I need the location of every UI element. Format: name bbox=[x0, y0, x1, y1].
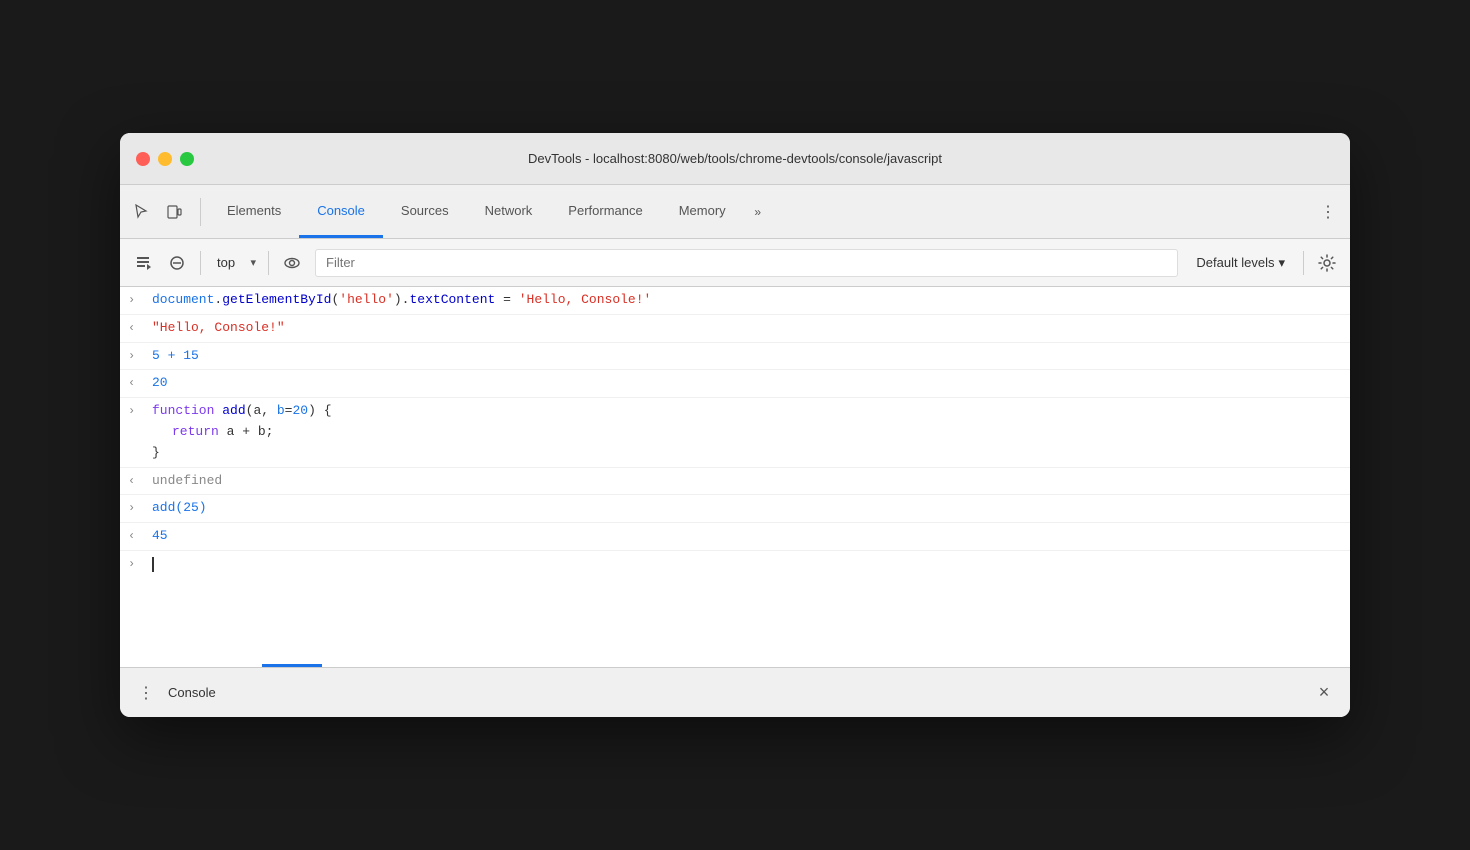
console-content-7: add(25) bbox=[152, 498, 1342, 519]
console-content-8: 45 bbox=[152, 526, 1342, 547]
clear-console-button[interactable] bbox=[128, 248, 158, 278]
no-entry-button[interactable] bbox=[162, 248, 192, 278]
tab-more-button[interactable]: » bbox=[744, 198, 772, 226]
arrow-left-icon-2: ‹ bbox=[128, 319, 148, 338]
filter-input[interactable] bbox=[315, 249, 1178, 277]
console-line-7: › add(25) bbox=[120, 495, 1350, 523]
console-line-8: ‹ 45 bbox=[120, 523, 1350, 551]
console-line-4: ‹ 20 bbox=[120, 370, 1350, 398]
levels-button[interactable]: Default levels ▾ bbox=[1186, 251, 1295, 275]
console-line-6: ‹ undefined bbox=[120, 468, 1350, 496]
settings-button[interactable] bbox=[1312, 248, 1342, 278]
arrow-right-icon-5[interactable]: › bbox=[128, 402, 148, 421]
tab-console[interactable]: Console bbox=[299, 185, 383, 238]
arrow-left-icon-4: ‹ bbox=[128, 374, 148, 393]
console-input-line[interactable]: › bbox=[120, 551, 1350, 579]
toolbar-divider-1 bbox=[200, 251, 201, 275]
bottom-bar-dots-icon[interactable]: ⋮ bbox=[132, 679, 160, 707]
console-line-1: › document.getElementById('hello').textC… bbox=[120, 287, 1350, 315]
console-line-2: ‹ "Hello, Console!" bbox=[120, 315, 1350, 343]
toolbar-divider-3 bbox=[1303, 251, 1304, 275]
filter-input-wrapper bbox=[315, 249, 1178, 277]
context-select[interactable]: top bbox=[209, 251, 260, 274]
console-content-6: undefined bbox=[152, 471, 1342, 492]
bottom-bar-label: Console bbox=[168, 685, 216, 700]
tab-elements[interactable]: Elements bbox=[209, 185, 299, 238]
arrow-right-icon-7[interactable]: › bbox=[128, 499, 148, 518]
traffic-lights bbox=[136, 152, 194, 166]
console-content-3: 5 + 15 bbox=[152, 346, 1342, 367]
levels-arrow-icon: ▾ bbox=[1278, 255, 1285, 271]
devtools-window: DevTools - localhost:8080/web/tools/chro… bbox=[120, 133, 1350, 717]
close-button[interactable] bbox=[136, 152, 150, 166]
tab-performance[interactable]: Performance bbox=[550, 185, 660, 238]
toolbar-divider-2 bbox=[268, 251, 269, 275]
active-tab-underline bbox=[262, 664, 322, 667]
console-toolbar: top ▾ Default levels ▾ bbox=[120, 239, 1350, 287]
cursor-icon[interactable] bbox=[128, 198, 156, 226]
eye-icon-button[interactable] bbox=[277, 248, 307, 278]
title-bar: DevTools - localhost:8080/web/tools/chro… bbox=[120, 133, 1350, 185]
console-line-5: › function add(a, b=20) { return a + b; … bbox=[120, 398, 1350, 467]
console-content-2: "Hello, Console!" bbox=[152, 318, 1342, 339]
console-output: › document.getElementById('hello').textC… bbox=[120, 287, 1350, 667]
console-content-4: 20 bbox=[152, 373, 1342, 394]
input-arrow-icon: › bbox=[128, 555, 148, 574]
close-panel-button[interactable]: × bbox=[1310, 679, 1338, 707]
tab-network[interactable]: Network bbox=[467, 185, 551, 238]
cursor bbox=[152, 557, 154, 572]
arrow-right-icon-1[interactable]: › bbox=[128, 291, 148, 310]
console-content-5: function add(a, b=20) { return a + b; } bbox=[152, 401, 1342, 463]
maximize-button[interactable] bbox=[180, 152, 194, 166]
console-line-3: › 5 + 15 bbox=[120, 343, 1350, 371]
arrow-left-icon-8: ‹ bbox=[128, 527, 148, 546]
more-options-icon[interactable]: ⋮ bbox=[1314, 198, 1342, 226]
window-title: DevTools - localhost:8080/web/tools/chro… bbox=[528, 151, 942, 166]
bottom-bar: ⋮ Console × bbox=[120, 667, 1350, 717]
tab-bar-right: ⋮ bbox=[1314, 198, 1342, 226]
arrow-left-icon-6: ‹ bbox=[128, 472, 148, 491]
toolbar-icons bbox=[128, 198, 201, 226]
tabs: Elements Console Sources Network Perform… bbox=[209, 185, 1314, 238]
console-content-1: document.getElementById('hello').textCon… bbox=[152, 290, 1342, 311]
device-icon[interactable] bbox=[160, 198, 188, 226]
tab-bar: Elements Console Sources Network Perform… bbox=[120, 185, 1350, 239]
arrow-right-icon-3[interactable]: › bbox=[128, 347, 148, 366]
minimize-button[interactable] bbox=[158, 152, 172, 166]
tab-memory[interactable]: Memory bbox=[661, 185, 744, 238]
tab-sources[interactable]: Sources bbox=[383, 185, 467, 238]
context-select-wrapper: top ▾ bbox=[209, 251, 260, 274]
